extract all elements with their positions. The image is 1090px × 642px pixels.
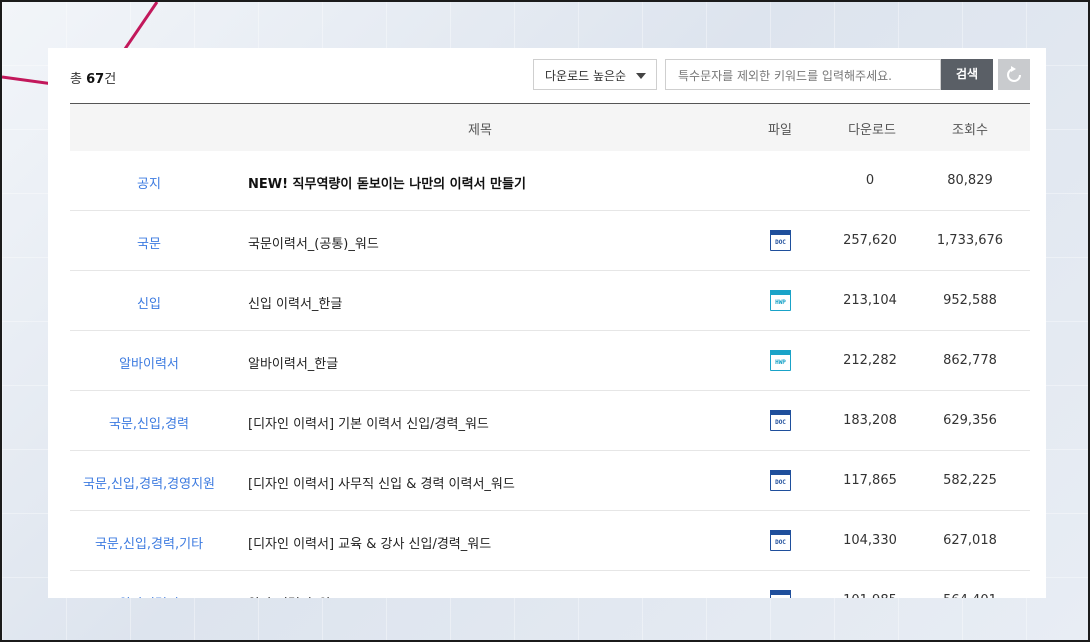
- background-frame: 총 67건 다운로드 높은순 특수문자를 제외한 키워드를 입력해주세요. 검색…: [0, 0, 1090, 642]
- total-prefix: 총: [70, 72, 82, 87]
- row-category[interactable]: 국문,신입,경력: [70, 413, 228, 432]
- table-row[interactable]: 공지 NEW! 직무역량이 돋보이는 나만의 이력서 만들기 0 80,829: [70, 151, 1030, 211]
- chevron-down-icon: [636, 73, 646, 79]
- row-views: 862,778: [943, 353, 997, 368]
- table-row[interactable]: 국문,신입,경력,기타 [디자인 이력서] 교육 & 강사 신입/경력_워드 DOC…: [70, 511, 1030, 571]
- row-views: 582,225: [943, 473, 997, 488]
- column-file: 파일: [768, 123, 792, 138]
- row-views: 952,588: [943, 293, 997, 308]
- row-title-link[interactable]: NEW! 직무역량이 돋보이는 나만의 이력서 만들기: [248, 173, 526, 192]
- resume-list-panel: 총 67건 다운로드 높은순 특수문자를 제외한 키워드를 입력해주세요. 검색…: [48, 48, 1046, 598]
- file-type-label: HWP: [771, 355, 790, 370]
- sort-dropdown[interactable]: 다운로드 높은순: [533, 59, 657, 90]
- table-row[interactable]: 신입 신입 이력서_한글 HWP 213,104 952,588: [70, 271, 1030, 331]
- row-title-link[interactable]: [디자인 이력서] 교육 & 강사 신입/경력_워드: [248, 533, 491, 552]
- row-views: 627,018: [943, 533, 997, 548]
- doc-file-icon[interactable]: DOC: [770, 230, 791, 251]
- file-type-label: DOC: [771, 415, 790, 430]
- doc-file-icon[interactable]: DOC: [770, 470, 791, 491]
- resume-table-body: 공지 NEW! 직무역량이 돋보이는 나만의 이력서 만들기 0 80,829 국문 국문…: [70, 151, 1030, 598]
- file-type-label: DOC: [771, 595, 790, 598]
- doc-file-icon[interactable]: DOC: [770, 590, 791, 598]
- list-toolbar: 총 67건 다운로드 높은순 특수문자를 제외한 키워드를 입력해주세요. 검색: [70, 58, 1030, 92]
- row-views: 629,356: [943, 413, 997, 428]
- file-type-label: HWP: [771, 295, 790, 310]
- row-category[interactable]: 국문,신입,경력,경영지원: [70, 473, 228, 492]
- table-row[interactable]: 국문,신입,경력,경영지원 [디자인 이력서] 사무직 신입 & 경력 이력서_워…: [70, 451, 1030, 511]
- row-views: 564,401: [910, 593, 1030, 598]
- total-count: 총 67건: [70, 68, 116, 87]
- column-title: 제목: [468, 123, 492, 138]
- table-row[interactable]: 알바이력서 알바이력서_한글 HWP 212,282 862,778: [70, 331, 1030, 391]
- row-title-link[interactable]: [디자인 이력서] 사무직 신입 & 경력 이력서_워드: [248, 473, 515, 492]
- row-title-link[interactable]: 알바이력서_한글: [248, 353, 338, 372]
- file-type-label: DOC: [771, 535, 790, 550]
- hwp-file-icon[interactable]: HWP: [770, 350, 791, 371]
- total-suffix: 건: [104, 72, 117, 87]
- sort-selected-label: 다운로드 높은순: [545, 69, 627, 83]
- row-category[interactable]: 신입: [70, 293, 228, 312]
- row-views: 80,829: [947, 173, 993, 188]
- reset-button[interactable]: [998, 59, 1030, 90]
- column-downloads: 다운로드: [848, 123, 896, 138]
- row-title-link[interactable]: 알바 이력서_워드: [248, 593, 342, 598]
- hwp-file-icon[interactable]: HWP: [770, 290, 791, 311]
- column-views: 조회수: [952, 123, 988, 138]
- row-category[interactable]: 국문: [70, 233, 228, 252]
- row-title-link[interactable]: 신입 이력서_한글: [248, 293, 342, 312]
- row-category[interactable]: 공지: [70, 173, 228, 192]
- row-title-link[interactable]: 국문이력서_(공통)_워드: [248, 233, 379, 252]
- row-title-link[interactable]: [디자인 이력서] 기본 이력서 신입/경력_워드: [248, 413, 489, 432]
- row-category[interactable]: 알바이력서: [70, 353, 228, 372]
- file-type-label: DOC: [771, 235, 790, 250]
- row-category[interactable]: 국문,신입,경력,기타: [70, 533, 228, 552]
- search-button[interactable]: 검색: [941, 59, 993, 90]
- search-placeholder: 특수문자를 제외한 키워드를 입력해주세요.: [678, 69, 892, 83]
- row-category[interactable]: 알바이력서: [70, 593, 228, 598]
- table-row[interactable]: 국문,신입,경력 [디자인 이력서] 기본 이력서 신입/경력_워드 DOC 183,…: [70, 391, 1030, 451]
- table-row[interactable]: 알바이력서알바 이력서_워드DOC101,985564,401: [70, 571, 1030, 598]
- doc-file-icon[interactable]: DOC: [770, 530, 791, 551]
- table-row[interactable]: 국문 국문이력서_(공통)_워드 DOC 257,620 1,733,676: [70, 211, 1030, 271]
- doc-file-icon[interactable]: DOC: [770, 410, 791, 431]
- total-number: 67: [86, 72, 105, 87]
- table-header: 제목 파일 다운로드 조회수: [70, 103, 1030, 151]
- refresh-icon: [1007, 66, 1021, 82]
- search-input[interactable]: 특수문자를 제외한 키워드를 입력해주세요.: [665, 59, 941, 90]
- file-type-label: DOC: [771, 475, 790, 490]
- row-views: 1,733,676: [936, 233, 1004, 248]
